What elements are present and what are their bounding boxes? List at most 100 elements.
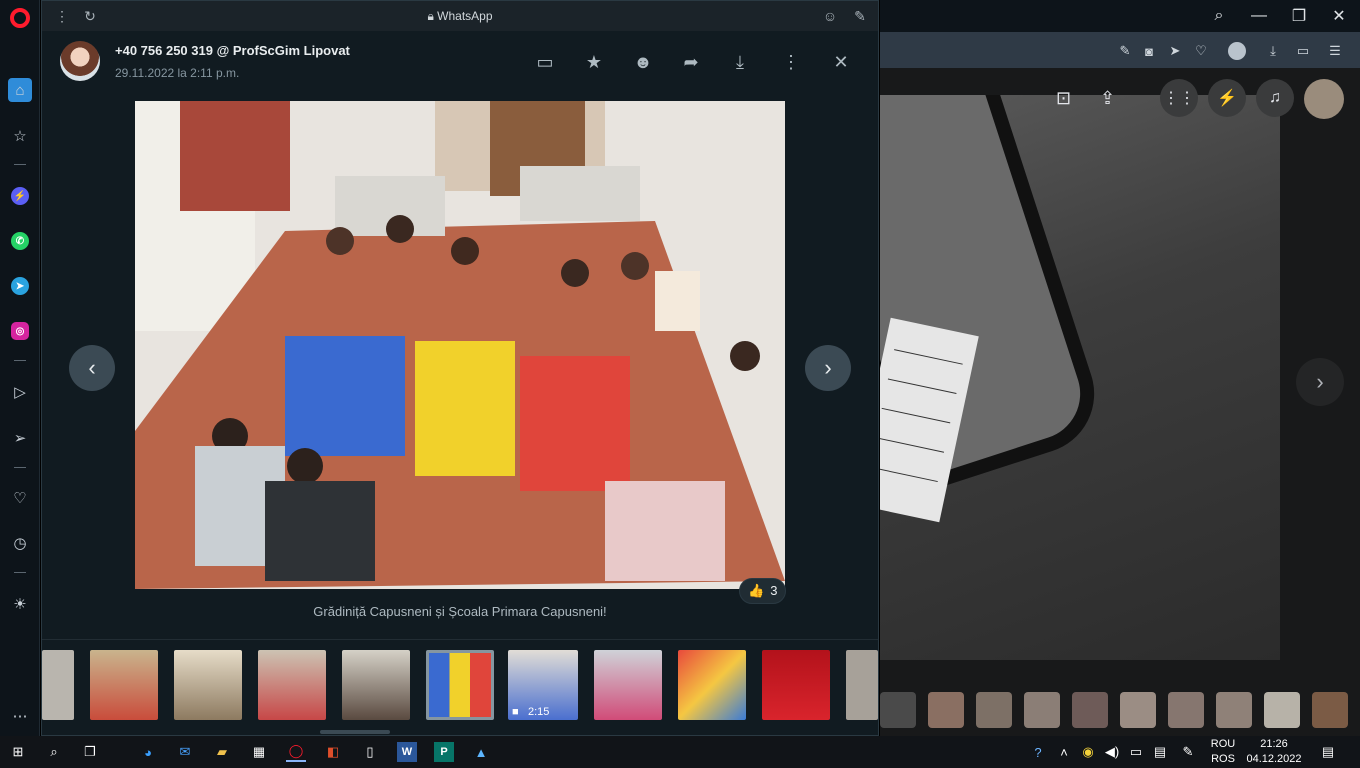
list-item[interactable] [880,692,916,728]
word-icon[interactable]: W [397,742,417,762]
list-item[interactable] [976,692,1012,728]
search-icon[interactable]: ⌕ [44,742,64,762]
list-item[interactable] [1312,692,1348,728]
chat-icon[interactable]: ▭ [532,49,558,75]
search-icon[interactable]: ⌕ [1204,4,1234,28]
avatar[interactable] [60,41,100,81]
list-item[interactable] [1264,692,1300,728]
thumb-11[interactable] [846,650,878,720]
language-indicator[interactable]: ROU ROS [1206,737,1240,767]
restore-button[interactable]: ❐ [1284,4,1314,28]
opera-sidebar: ⌂ ☆ ⚡ ✆ ➤ ◎ ▷ ➢ ♡ ◷ ☀ ⋯ [0,0,40,736]
sidebar-divider [14,467,26,468]
heart-icon[interactable]: ♡ [1192,42,1210,60]
opera-taskbar-icon[interactable]: ◯ [286,742,306,762]
emoji-icon[interactable]: ☺ [820,6,840,26]
strip-scrollbar[interactable] [320,730,390,734]
speed-dial-star-icon[interactable]: ☆ [8,124,32,148]
send-icon[interactable]: ➢ [8,426,32,450]
minimize-button[interactable]: — [1244,4,1274,28]
battery-icon[interactable]: ▭ [1294,42,1312,60]
background-photo [880,95,1280,660]
thumb-1[interactable] [42,650,74,720]
opera-logo-icon[interactable] [8,6,32,30]
share-icon[interactable]: ⇪ [1100,88,1115,109]
thumb-4[interactable] [258,650,326,720]
thumb-8[interactable] [594,650,662,720]
messenger-icon[interactable]: ⚡ [1208,79,1246,117]
home-icon[interactable]: ⌂ [8,78,32,102]
battery-icon[interactable]: ▭ [1126,742,1146,762]
whatsapp-icon[interactable]: ✆ [8,229,32,253]
mail-icon[interactable]: ✉ [175,742,195,762]
next-photo-button[interactable]: › [1296,358,1344,406]
help-icon[interactable]: ? [1028,742,1048,762]
forward-icon[interactable]: ➦ [678,49,704,75]
edge-icon[interactable]: ◕ [138,742,158,762]
telegram-icon[interactable]: ➤ [8,274,32,298]
volume-icon[interactable]: ◀) [1102,742,1122,762]
list-item[interactable] [1120,692,1156,728]
office-icon[interactable]: ◧ [323,742,343,762]
windows-start-icon[interactable]: ⊞ [8,742,28,762]
background-page: ✎ ◙ ➤ ♡ ⤓ ▭ ☰ ⊡ ⇪ ⋮⋮ ⚡ ♫ › [880,32,1360,736]
more-icon[interactable]: ⋮ [778,49,804,75]
thumb-6-selected[interactable] [426,650,494,720]
whatsapp-titlebar: ⋮ ↻ 🔒︎ WhatsApp ☺ ✎ [42,1,878,31]
camera-icon[interactable]: ◙ [1140,42,1158,60]
emoji-icon[interactable]: ☻ [630,49,656,75]
easy-setup-icon[interactable]: ☰ [1326,42,1344,60]
thumb-5[interactable] [342,650,410,720]
list-item[interactable] [1072,692,1108,728]
notifications-icon[interactable]: ▤ [1318,742,1338,762]
pin-icon[interactable]: ✎ [850,6,870,26]
publisher-icon[interactable]: P [434,742,454,762]
more-options-icon[interactable]: ⋯ [8,704,32,728]
list-item[interactable] [928,692,964,728]
tray-chevron-icon[interactable]: ˄ [1054,742,1074,762]
task-view-icon[interactable]: ❐ [80,742,100,762]
pen-icon[interactable]: ✎ [1178,742,1198,762]
thumb-9[interactable] [678,650,746,720]
thumb-3[interactable] [174,650,242,720]
notifications-bell-icon[interactable]: ♫ [1256,79,1294,117]
windows-taskbar: ⊞ ⌕ ❐ ◕ ✉ ▰ ▦ ◯ ◧ ▯ W P ▲ ? ˄ ◉ ◀) ▭ ▤ ✎… [0,736,1360,768]
clock[interactable]: 21:26 04.12.2022 [1240,737,1308,767]
bookmarks-heart-icon[interactable]: ♡ [8,486,32,510]
store-icon[interactable]: ▦ [249,742,269,762]
download-icon[interactable]: ⤓ [1264,42,1282,60]
history-clock-icon[interactable]: ◷ [8,531,32,555]
thumb-2[interactable] [90,650,158,720]
sidebar-divider [14,360,26,361]
list-item[interactable] [1024,692,1060,728]
profile-icon[interactable] [1228,42,1246,60]
download-icon[interactable]: ⤓ [727,49,753,75]
window-title: 🔒︎ WhatsApp [427,9,493,23]
file-explorer-icon[interactable]: ▰ [212,742,232,762]
next-photo-button[interactable]: › [805,345,851,391]
send-icon[interactable]: ➤ [1166,42,1184,60]
close-icon[interactable]: ✕ [828,49,854,75]
edit-icon[interactable]: ✎ [1116,42,1134,60]
star-icon[interactable]: ★ [581,49,607,75]
thumb-7-video[interactable]: ■ 2:15 [508,650,578,720]
avatar[interactable] [1304,79,1344,119]
messenger-icon[interactable]: ⚡ [8,184,32,208]
tag-photo-icon[interactable]: ⊡ [1056,88,1071,109]
photos-icon[interactable]: ▲ [471,742,491,762]
close-window-button[interactable]: ✕ [1324,4,1354,28]
thumb-10[interactable] [762,650,830,720]
apps-menu-icon[interactable]: ⋮⋮ [1160,79,1198,117]
reaction-badge[interactable]: 👍 3 [739,578,787,604]
instagram-icon[interactable]: ◎ [8,319,32,343]
tray-app-icon[interactable]: ◉ [1078,742,1098,762]
blank-document-icon[interactable]: ▯ [360,742,380,762]
player-icon[interactable]: ▷ [8,380,32,404]
lightbulb-icon[interactable]: ☀ [8,592,32,616]
list-item[interactable] [1168,692,1204,728]
network-icon[interactable]: ▤ [1150,742,1170,762]
media-viewer-header: +40 756 250 319 @ ProfScGim Lipovat 29.1… [42,31,878,93]
list-item[interactable] [1216,692,1252,728]
previous-photo-button[interactable]: ‹ [69,345,115,391]
sender-name[interactable]: +40 756 250 319 @ ProfScGim Lipovat [115,43,350,58]
